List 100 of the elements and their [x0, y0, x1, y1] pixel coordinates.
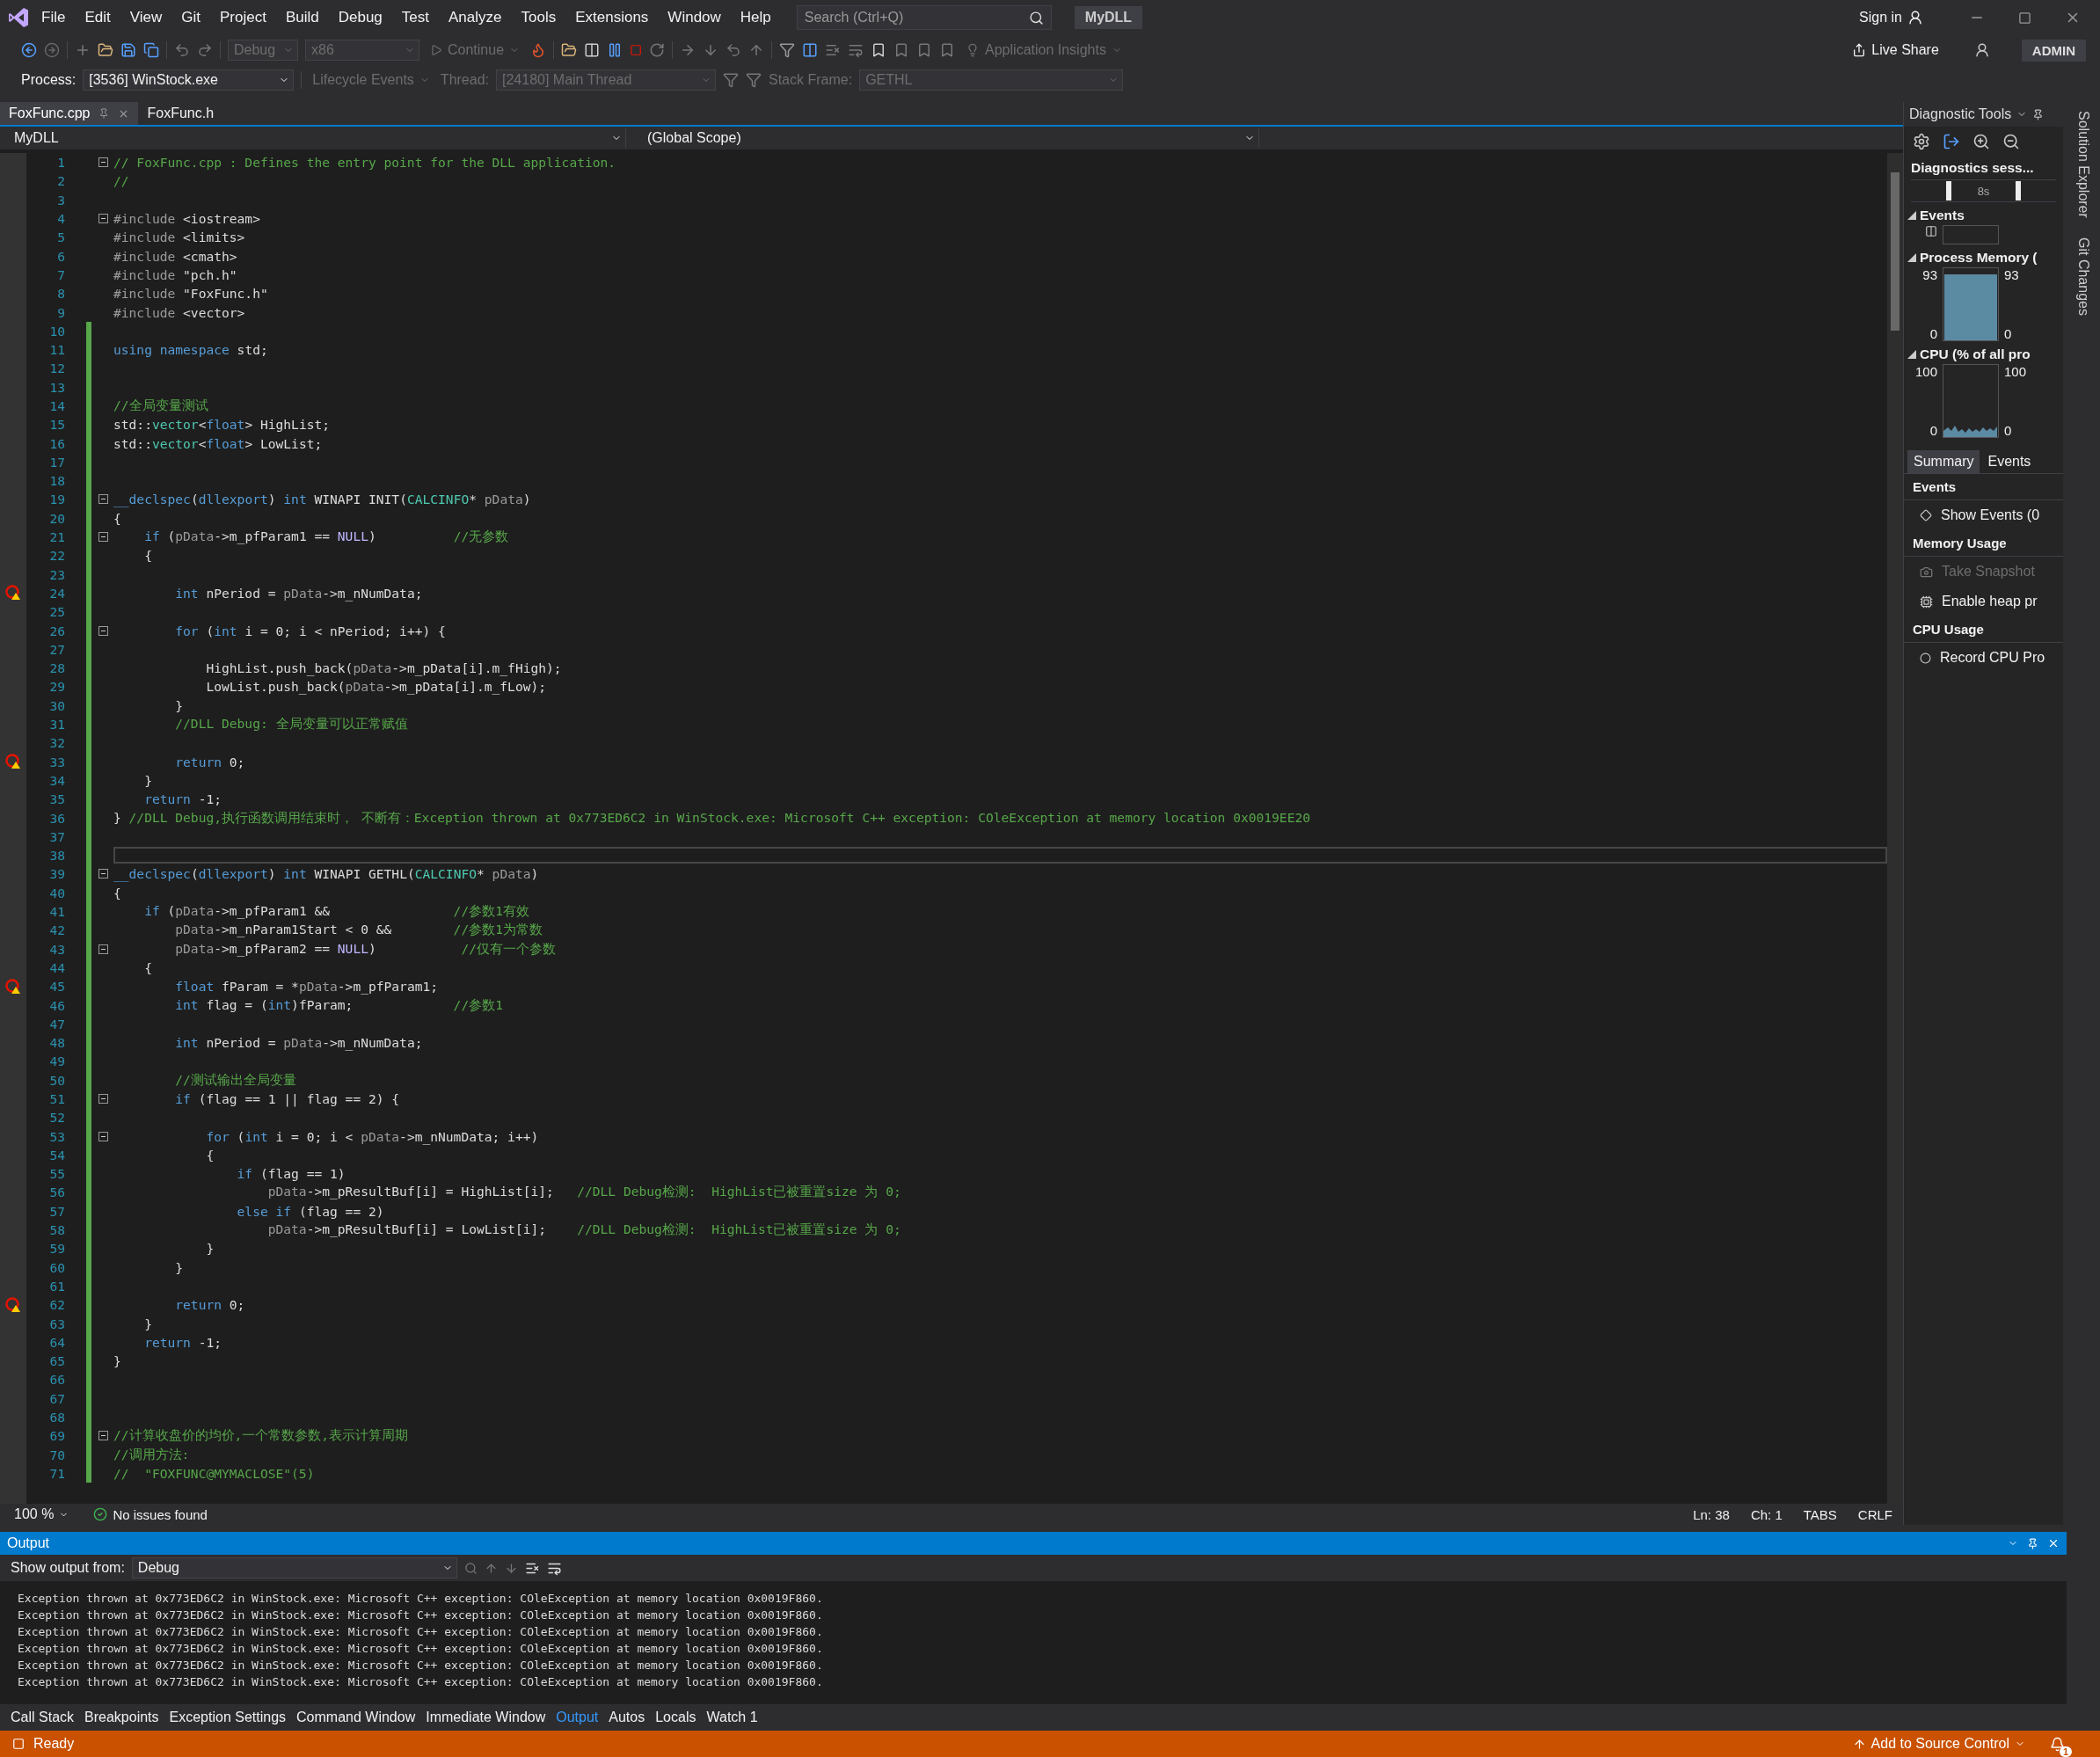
tool-window-tab[interactable]: Immediate Window: [422, 1708, 550, 1727]
section-header[interactable]: CPU (% of all pro: [1920, 346, 2031, 362]
live-share-button[interactable]: Live Share: [1848, 40, 1943, 60]
panel-action[interactable]: Record CPU Pro: [1904, 643, 2063, 673]
breakpoint-warning-icon[interactable]: [5, 754, 21, 770]
menu-item[interactable]: Build: [277, 5, 327, 30]
previous-icon[interactable]: [484, 1561, 498, 1575]
expander-icon[interactable]: [1907, 211, 1916, 220]
code-line: std::vector<float> LowList;: [113, 435, 323, 451]
vertical-scrollbar[interactable]: [1887, 153, 1903, 1504]
restart-icon[interactable]: [649, 42, 666, 58]
collapse-icon[interactable]: [98, 494, 108, 505]
pin-icon[interactable]: [2027, 1537, 2038, 1549]
share-icon: [1852, 43, 1867, 57]
tool-window-tab[interactable]: Locals: [652, 1708, 700, 1727]
filter-icon[interactable]: [723, 72, 739, 88]
collapse-icon[interactable]: [98, 1431, 108, 1441]
feedback-icon[interactable]: [1973, 42, 1990, 58]
settings-icon[interactable]: [1913, 133, 1930, 150]
menu-item[interactable]: Test: [393, 5, 437, 30]
zoom-out-icon[interactable]: [2002, 133, 2020, 150]
folder-icon[interactable]: [561, 42, 578, 58]
collapse-icon[interactable]: [98, 214, 108, 224]
menu-item[interactable]: Debug: [330, 5, 390, 30]
thread-label: Thread:: [440, 72, 489, 88]
collapse-icon[interactable]: [98, 1131, 108, 1141]
menu-item[interactable]: Analyze: [441, 5, 510, 30]
next-icon[interactable]: [504, 1561, 518, 1575]
tool-window-tab[interactable]: Autos: [605, 1708, 649, 1727]
scope-dropdown[interactable]: (Global Scope): [644, 128, 1259, 148]
menu-item[interactable]: Project: [212, 5, 274, 30]
maximize-icon[interactable]: [2018, 11, 2031, 25]
panel-tab[interactable]: Events: [1981, 450, 2038, 473]
tool-window-tab[interactable]: Watch 1: [703, 1708, 762, 1727]
section-header[interactable]: Process Memory (: [1920, 250, 2038, 266]
output-line: Exception thrown at 0x773ED6C2 in WinStock.exe: Microsoft C++ exception: COleException at memory location 0x0019F860.: [18, 1641, 824, 1657]
menu-item[interactable]: Edit: [77, 5, 119, 30]
list-icon[interactable]: [825, 42, 842, 58]
collapse-icon[interactable]: [98, 1094, 108, 1104]
save-all-icon[interactable]: [143, 42, 159, 58]
menu-item[interactable]: Window: [660, 5, 729, 30]
undo-icon[interactable]: [174, 42, 190, 58]
menu-item[interactable]: Tools: [513, 5, 565, 30]
menu-item[interactable]: File: [33, 5, 74, 30]
axis-label: 100: [1914, 364, 1937, 379]
account-badge[interactable]: ADMIN: [2021, 39, 2086, 62]
editor-tab[interactable]: FoxFunc.cpp: [0, 102, 139, 125]
menu-item[interactable]: Help: [732, 5, 779, 30]
output-source-dropdown[interactable]: Debug: [131, 1557, 457, 1578]
breakpoint-warning-icon[interactable]: [5, 978, 21, 995]
back-icon[interactable]: [21, 42, 37, 58]
code-line: if (flag == 1 || flag == 2) {: [174, 1091, 400, 1106]
source-control-button[interactable]: Add to Source Control: [1848, 1734, 2029, 1753]
collapse-icon[interactable]: [98, 944, 108, 954]
tool-window-tab[interactable]: Call Stack: [7, 1708, 78, 1727]
solution-title: MyDLL: [1074, 6, 1143, 29]
tool-window-tab[interactable]: Command Window: [293, 1708, 419, 1727]
search-field[interactable]: Search (Ctrl+Q): [796, 5, 1052, 30]
collapse-icon[interactable]: [98, 869, 108, 879]
panel-action[interactable]: Show Events (0: [1904, 500, 2063, 530]
tool-window-tab[interactable]: Output: [552, 1708, 602, 1727]
expander-icon[interactable]: [1907, 350, 1916, 359]
bell-icon[interactable]: [2050, 1736, 2065, 1752]
save-icon[interactable]: [120, 42, 136, 58]
zoom-dropdown[interactable]: 100 %: [11, 1505, 73, 1524]
timeline-handle[interactable]: [2016, 181, 2022, 200]
sign-in-button[interactable]: Sign in: [1856, 8, 1927, 27]
panel-tab[interactable]: Summary: [1907, 450, 1980, 473]
menu-item[interactable]: Extensions: [567, 5, 657, 30]
forward-icon[interactable]: [44, 42, 60, 58]
tool-window-tab[interactable]: Breakpoints: [81, 1708, 163, 1727]
step-back-icon[interactable]: [726, 42, 742, 58]
side-tab[interactable]: Git Changes: [2075, 233, 2091, 319]
zoom-in-icon[interactable]: [1972, 133, 1990, 150]
export-icon[interactable]: [1943, 133, 1960, 150]
project-dropdown[interactable]: MyDLL: [11, 128, 626, 148]
tool-window-tab[interactable]: Exception Settings: [165, 1708, 290, 1727]
line-number: 6: [56, 248, 66, 264]
section-header[interactable]: Events: [1920, 208, 1965, 223]
find-icon[interactable]: [463, 1561, 478, 1575]
pin-icon[interactable]: [2032, 108, 2045, 120]
menu-item[interactable]: View: [121, 5, 171, 30]
timeline-handle[interactable]: [1945, 181, 1951, 200]
breakpoint-warning-icon[interactable]: [5, 1296, 21, 1313]
record-icon: [1920, 652, 1931, 664]
expander-icon[interactable]: [1907, 253, 1916, 262]
collapse-icon[interactable]: [98, 157, 108, 168]
pin-icon[interactable]: [98, 108, 110, 119]
process-dropdown[interactable]: [3536] WinStock.exe: [83, 69, 295, 91]
side-tab[interactable]: Solution Explorer: [2075, 107, 2091, 222]
collapse-icon[interactable]: [98, 532, 108, 543]
collapse-icon[interactable]: [98, 625, 108, 636]
close-icon[interactable]: [2047, 1537, 2060, 1549]
panel-action[interactable]: Enable heap pr: [1904, 587, 2063, 616]
breakpoint-warning-icon[interactable]: [5, 585, 21, 601]
menu-item[interactable]: Git: [173, 5, 208, 30]
line-number: 19: [48, 492, 66, 507]
redo-icon[interactable]: [197, 42, 213, 58]
editor-tab[interactable]: FoxFunc.h: [138, 102, 223, 125]
folder-icon[interactable]: [98, 42, 113, 58]
